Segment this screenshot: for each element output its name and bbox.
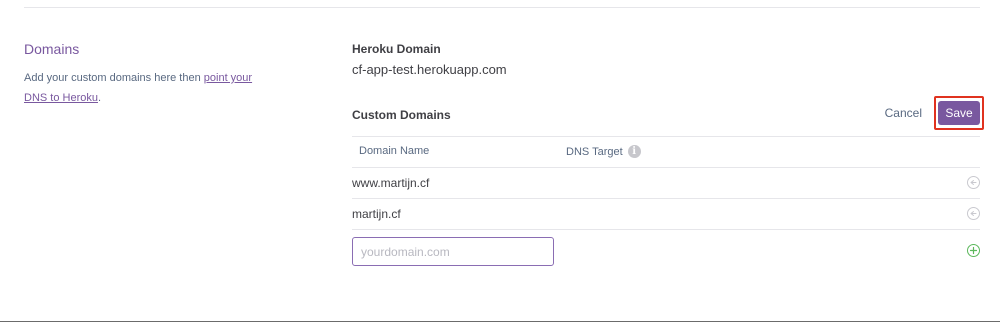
cancel-button[interactable]: Cancel [885, 106, 922, 120]
custom-domains-table: Domain Name DNS Target i www.martijn.cf … [352, 136, 980, 270]
save-button[interactable]: Save [938, 101, 980, 125]
description-suffix: . [97, 92, 102, 104]
domains-settings-page: Domains Add your custom domains here the… [0, 0, 1000, 322]
domain-name-cell: www.martijn.cf [352, 176, 430, 190]
column-header-domain-name: Domain Name [359, 145, 430, 157]
domains-content: Heroku Domain cf-app-test.herokuapp.com … [352, 40, 984, 266]
top-divider [24, 7, 980, 8]
info-icon[interactable]: i [627, 145, 641, 158]
section-description: Add your custom domains here then point … [24, 68, 264, 108]
remove-icon[interactable] [967, 176, 980, 189]
custom-domains-header: Custom Domains Cancel Save [352, 96, 984, 130]
column-header-dns-target: DNS Target i [566, 145, 641, 158]
dns-target-label: DNS Target [566, 145, 623, 158]
domains-section-intro: Domains Add your custom domains here the… [24, 40, 264, 108]
heroku-domain-label: Heroku Domain [352, 42, 441, 56]
domain-name-cell: martijn.cf [352, 207, 401, 221]
remove-icon[interactable] [967, 207, 980, 220]
table-row: www.martijn.cf [352, 168, 980, 199]
table-header: Domain Name DNS Target i [352, 136, 980, 168]
custom-domains-title: Custom Domains [352, 108, 451, 122]
description-text: Add your custom domains here then [24, 72, 204, 84]
new-domain-input[interactable] [352, 237, 554, 266]
add-icon[interactable] [967, 244, 980, 257]
heroku-domain-value: cf-app-test.herokuapp.com [352, 62, 507, 77]
section-title: Domains [24, 41, 80, 57]
add-domain-row [352, 230, 980, 270]
table-row: martijn.cf [352, 199, 980, 230]
